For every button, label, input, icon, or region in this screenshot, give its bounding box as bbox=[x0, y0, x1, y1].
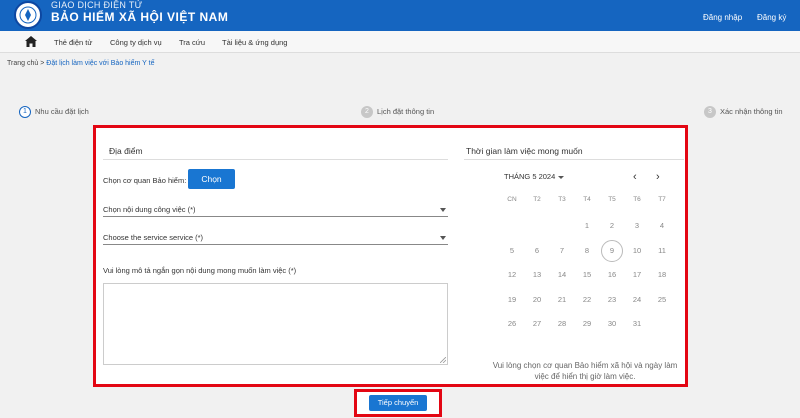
weekday-t3: T3 bbox=[558, 196, 566, 203]
calendar-day-24[interactable]: 24 bbox=[626, 289, 648, 311]
top-header: GIAO DỊCH ĐIỆN TỬ BẢO HIỂM XÃ HỘI VIỆT N… bbox=[0, 0, 800, 31]
location-divider bbox=[103, 159, 448, 160]
work-content-select-label: Chọn nội dung công việc (*) bbox=[103, 205, 196, 214]
calendar-day-29[interactable]: 29 bbox=[576, 313, 598, 335]
step-1-number: 1 bbox=[19, 106, 31, 118]
calendar-day-13[interactable]: 13 bbox=[526, 264, 548, 286]
calendar-day-3[interactable]: 3 bbox=[626, 215, 648, 237]
next-month-icon[interactable]: › bbox=[656, 172, 660, 183]
calendar-day-4[interactable]: 4 bbox=[651, 215, 673, 237]
breadcrumb: Trang chủ > Đặt lịch làm việc với Bảo hi… bbox=[7, 60, 154, 67]
weekday-t5: T5 bbox=[608, 196, 616, 203]
work-content-select[interactable]: Chọn nội dung công việc (*) bbox=[103, 205, 448, 217]
calendar-day-17[interactable]: 17 bbox=[626, 264, 648, 286]
service-select-label: Choose the service service (*) bbox=[103, 233, 204, 242]
description-textarea[interactable] bbox=[103, 283, 448, 365]
calendar-day-8[interactable]: 8 bbox=[576, 240, 598, 262]
nav-item-cong-ty-dich-vu[interactable]: Công ty dịch vụ bbox=[110, 38, 162, 47]
calendar-day-15[interactable]: 15 bbox=[576, 264, 598, 286]
step-2: 2 Lịch đặt thông tin bbox=[361, 106, 434, 118]
calendar-day-22[interactable]: 22 bbox=[576, 289, 598, 311]
breadcrumb-current[interactable]: Đặt lịch làm việc với Bảo hiểm Y tế bbox=[46, 60, 154, 67]
calendar-day-26[interactable]: 26 bbox=[501, 313, 523, 335]
breadcrumb-separator: > bbox=[40, 60, 45, 67]
description-label: Vui lòng mô tả ngắn gọn nội dung mong mu… bbox=[103, 266, 297, 275]
calendar-day-9[interactable]: 9 bbox=[601, 239, 623, 262]
step-1: 1 Nhu cầu đặt lịch bbox=[19, 106, 89, 118]
weekday-t4: T4 bbox=[583, 196, 591, 203]
choose-agency-button[interactable]: Chọn bbox=[188, 169, 235, 189]
calendar-day-19[interactable]: 19 bbox=[501, 289, 523, 311]
step-2-label: Lịch đặt thông tin bbox=[377, 106, 435, 116]
step-3: 3 Xác nhận thông tin bbox=[704, 106, 783, 118]
booking-form-card: Địa điểm Chọn cơ quan Bảo hiểm: Chọn Chọ… bbox=[93, 125, 688, 387]
nav-item-tai-lieu[interactable]: Tài liệu & ứng dụng bbox=[222, 38, 287, 47]
calendar-day-18[interactable]: 18 bbox=[651, 264, 673, 286]
main-nav: Thẻ điện tử Công ty dịch vụ Tra cứu Tài … bbox=[0, 31, 800, 53]
calendar-day-25[interactable]: 25 bbox=[651, 289, 673, 311]
weekday-t7: T7 bbox=[658, 196, 666, 203]
calendar-section-title: Thời gian làm việc mong muốn bbox=[466, 146, 583, 156]
weekday-t6: T6 bbox=[633, 196, 641, 203]
calendar-day-16[interactable]: 16 bbox=[601, 264, 623, 286]
step-3-label: Xác nhận thông tin bbox=[720, 106, 783, 116]
calendar-day-1[interactable]: 1 bbox=[576, 215, 598, 237]
weekday-cn: CN bbox=[507, 196, 517, 203]
calendar-day-21[interactable]: 21 bbox=[551, 289, 573, 311]
weekday-t2: T2 bbox=[533, 196, 541, 203]
home-icon[interactable] bbox=[25, 36, 37, 49]
calendar-note: Vui lòng chọn cơ quan Bảo hiểm xã hội và… bbox=[492, 361, 678, 381]
resize-grip-icon[interactable] bbox=[440, 357, 446, 363]
nav-item-tra-cuu[interactable]: Tra cứu bbox=[179, 38, 205, 47]
service-select[interactable]: Choose the service service (*) bbox=[103, 233, 448, 245]
location-section-title: Địa điểm bbox=[109, 146, 143, 156]
step-3-number: 3 bbox=[704, 106, 716, 118]
prev-month-icon[interactable]: ‹ bbox=[633, 172, 637, 183]
register-link[interactable]: Đăng ký bbox=[757, 13, 786, 22]
chevron-down-icon bbox=[440, 236, 446, 240]
calendar-day-2[interactable]: 2 bbox=[601, 215, 623, 237]
brand-subtitle: GIAO DỊCH ĐIỆN TỬ bbox=[51, 0, 143, 10]
step-1-label: Nhu cầu đặt lịch bbox=[35, 106, 89, 116]
next-button-frame: Tiếp chuyển bbox=[354, 389, 442, 417]
caret-down-icon bbox=[558, 175, 565, 179]
calendar-day-5[interactable]: 5 bbox=[501, 240, 523, 262]
calendar-divider bbox=[464, 159, 684, 160]
next-step-button[interactable]: Tiếp chuyển bbox=[369, 395, 427, 411]
calendar-day-31[interactable]: 31 bbox=[626, 313, 648, 335]
login-link[interactable]: Đăng nhập bbox=[703, 13, 742, 22]
calendar-day-6[interactable]: 6 bbox=[526, 240, 548, 262]
calendar-day-20[interactable]: 20 bbox=[526, 289, 548, 311]
bhxh-logo[interactable] bbox=[14, 1, 42, 29]
agency-label: Chọn cơ quan Bảo hiểm: bbox=[103, 176, 187, 185]
calendar-day-11[interactable]: 11 bbox=[651, 240, 673, 262]
step-2-number: 2 bbox=[361, 106, 373, 118]
calendar-day-23[interactable]: 23 bbox=[601, 289, 623, 311]
calendar-day-7[interactable]: 7 bbox=[551, 240, 573, 262]
calendar-day-30[interactable]: 30 bbox=[601, 313, 623, 335]
chevron-down-icon bbox=[440, 208, 446, 212]
month-label: THÁNG 5 2024 bbox=[504, 172, 556, 181]
calendar-day-28[interactable]: 28 bbox=[551, 313, 573, 335]
breadcrumb-home[interactable]: Trang chủ bbox=[7, 60, 38, 67]
calendar-day-27[interactable]: 27 bbox=[526, 313, 548, 335]
calendar-day-14[interactable]: 14 bbox=[551, 264, 573, 286]
calendar-day-12[interactable]: 12 bbox=[501, 264, 523, 286]
nav-item-the-dien-tu[interactable]: Thẻ điện tử bbox=[54, 38, 92, 47]
brand-title: BẢO HIỂM XÃ HỘI VIỆT NAM bbox=[51, 10, 229, 24]
month-selector[interactable]: THÁNG 5 2024 bbox=[504, 172, 565, 181]
calendar-day-10[interactable]: 10 bbox=[626, 240, 648, 262]
